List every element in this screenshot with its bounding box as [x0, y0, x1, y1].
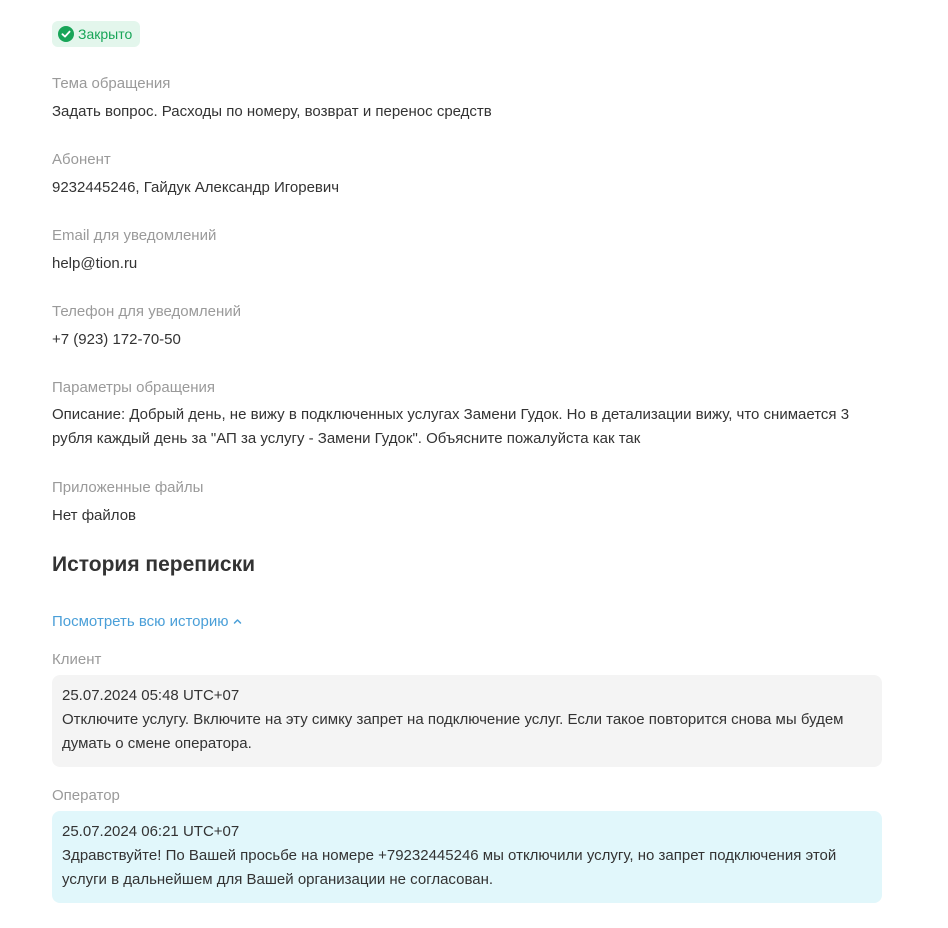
- message-bubble-client: 25.07.2024 05:48 UTC+07 Отключите услугу…: [52, 675, 882, 767]
- message-bubble-operator: 25.07.2024 06:21 UTC+07 Здравствуйте! По…: [52, 811, 882, 903]
- email-value: help@tion.ru: [52, 255, 138, 272]
- chevron-up-icon: [233, 617, 242, 626]
- message-timestamp: 25.07.2024 06:21 UTC+07: [62, 823, 240, 840]
- params-label: Параметры обращения: [52, 379, 216, 396]
- phone-value: +7 (923) 172-70-50: [52, 331, 181, 348]
- phone-label: Телефон для уведомлений: [52, 303, 242, 320]
- message-timestamp: 25.07.2024 05:48 UTC+07: [62, 687, 240, 704]
- message-role-operator: Оператор: [52, 787, 120, 804]
- message-text: Здравствуйте! По Вашей просьбе на номере…: [62, 847, 837, 888]
- files-label: Приложенные файлы: [52, 479, 204, 496]
- message-role-client: Клиент: [52, 651, 102, 668]
- subscriber-value: 9232445246, Гайдук Александр Игоревич: [52, 179, 340, 196]
- ticket-details: Закрыто Тема обращения Задать вопрос. Ра…: [0, 0, 948, 928]
- files-value: Нет файлов: [52, 507, 137, 524]
- view-history-label: Посмотреть всю историю: [52, 613, 229, 630]
- topic-label: Тема обращения: [52, 75, 171, 92]
- subscriber-label: Абонент: [52, 151, 111, 168]
- status-label: Закрыто: [78, 26, 133, 42]
- params-value: Описание: Добрый день, не вижу в подключ…: [52, 406, 850, 447]
- status-badge: Закрыто: [52, 21, 141, 47]
- message-text: Отключите услугу. Включите на эту симку …: [62, 711, 844, 752]
- check-circle-icon: [58, 26, 74, 42]
- topic-value: Задать вопрос. Расходы по номеру, возвра…: [52, 103, 492, 120]
- history-title: История переписки: [52, 553, 255, 576]
- view-history-link[interactable]: Посмотреть всю историю: [52, 613, 242, 630]
- email-label: Email для уведомлений: [52, 227, 217, 244]
